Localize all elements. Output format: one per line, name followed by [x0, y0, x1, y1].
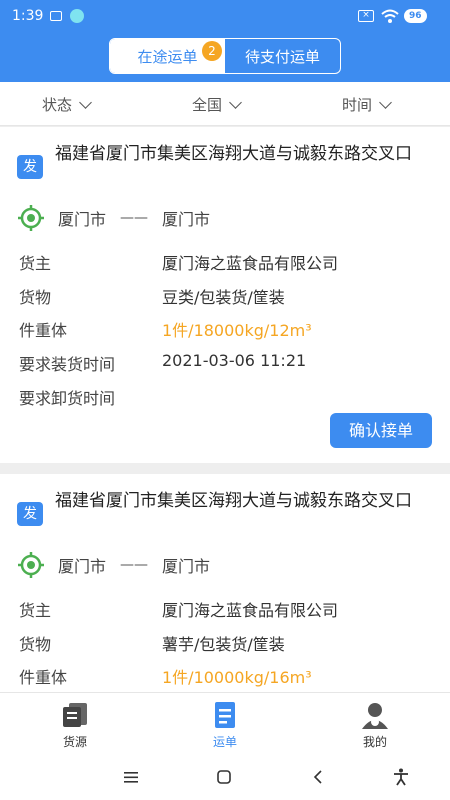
- tab-waybill[interactable]: 运单: [150, 693, 300, 754]
- accessibility-icon[interactable]: [391, 767, 411, 787]
- tab-in-transit-label: 在途运单: [137, 47, 198, 66]
- load-time-label: 要求装货时间: [19, 355, 116, 374]
- tab-waybill-label: 运单: [212, 735, 237, 749]
- route-origin: 厦门市: [58, 557, 107, 576]
- filter-bar: 状态 全国 时间: [0, 82, 450, 126]
- app-header: 1:39 × 96 在途运单 2 待支付运单: [0, 0, 450, 82]
- weight-value: 1件/18000kg/12m³: [162, 321, 312, 340]
- shipper-label: 货主: [19, 254, 52, 273]
- weight-value: 1件/10000kg/16m³: [162, 668, 312, 687]
- shipper-value: 厦门海之蓝食品有限公司: [162, 254, 339, 273]
- weight-label: 件重体: [19, 321, 68, 340]
- status-bar: 1:39 × 96: [0, 0, 450, 34]
- notification-icon: [50, 11, 62, 21]
- location-target-icon: [18, 552, 44, 578]
- route-destination: 厦门市: [162, 210, 211, 229]
- filter-time[interactable]: 时间: [342, 94, 392, 115]
- sim-icon: ×: [358, 10, 374, 22]
- unload-time-label: 要求卸货时间: [19, 389, 116, 408]
- weight-label: 件重体: [19, 668, 68, 687]
- in-transit-count-badge: 2: [202, 41, 222, 61]
- menu-icon[interactable]: [121, 767, 141, 787]
- route: 厦门市 —— 厦门市: [58, 553, 210, 577]
- status-time: 1:39: [12, 8, 44, 24]
- filter-time-label: 时间: [342, 96, 373, 114]
- chevron-down-icon: [229, 95, 242, 109]
- order-type-switch: 在途运单 2 待支付运单: [109, 38, 341, 74]
- send-tag: 发: [17, 155, 43, 179]
- order-card[interactable]: 发 福建省厦门市集美区海翔大道与诚毅东路交叉口 厦门市 —— 厦门市 货主 厦门…: [0, 474, 450, 692]
- tab-profile-label: 我的: [362, 735, 387, 749]
- tab-in-transit[interactable]: 在途运单 2: [110, 39, 225, 73]
- system-nav-bar: [0, 753, 450, 800]
- bottom-tab-bar: 货源 运单 我的: [0, 692, 450, 753]
- order-card[interactable]: 发 福建省厦门市集美区海翔大道与诚毅东路交叉口 厦门市 —— 厦门市 货主 厦门…: [0, 127, 450, 463]
- goods-value: 豆类/包装货/筐装: [162, 288, 285, 307]
- battery-indicator: 96: [404, 9, 427, 23]
- tab-cargo-source[interactable]: 货源: [0, 693, 150, 754]
- route-arrow: ——: [120, 557, 149, 573]
- order-address: 福建省厦门市集美区海翔大道与诚毅东路交叉口: [55, 491, 412, 511]
- shipper-value: 厦门海之蓝食品有限公司: [162, 601, 339, 620]
- route-destination: 厦门市: [162, 557, 211, 576]
- send-tag: 发: [17, 502, 43, 526]
- tab-profile[interactable]: 我的: [300, 693, 450, 754]
- home-icon[interactable]: [214, 767, 234, 787]
- load-time-value: 2021-03-06 11:21: [162, 351, 307, 370]
- location-target-icon: [18, 205, 44, 231]
- filter-status-label: 状态: [42, 96, 73, 114]
- goods-label: 货物: [19, 635, 52, 654]
- order-address: 福建省厦门市集美区海翔大道与诚毅东路交叉口: [55, 144, 412, 164]
- filter-status[interactable]: 状态: [42, 94, 92, 115]
- back-icon[interactable]: [309, 767, 329, 787]
- user-icon: [362, 703, 388, 729]
- shipper-label: 货主: [19, 601, 52, 620]
- confirm-order-button[interactable]: 确认接单: [330, 413, 432, 448]
- filter-region-label: 全国: [192, 96, 223, 114]
- route-origin: 厦门市: [58, 210, 107, 229]
- document-stack-icon: [63, 703, 87, 727]
- goods-label: 货物: [19, 288, 52, 307]
- chevron-down-icon: [379, 95, 392, 109]
- goods-value: 薯芋/包装货/筐装: [162, 635, 285, 654]
- waybill-icon: [215, 702, 235, 728]
- wifi-icon: [381, 9, 399, 23]
- tab-cargo-source-label: 货源: [62, 735, 87, 749]
- route-arrow: ——: [120, 210, 149, 226]
- filter-region[interactable]: 全国: [192, 94, 242, 115]
- chevron-down-icon: [79, 95, 92, 109]
- app-notification-icon: [70, 9, 84, 23]
- tab-pending-payment-label: 待支付运单: [244, 47, 320, 66]
- route: 厦门市 —— 厦门市: [58, 206, 210, 230]
- tab-pending-payment[interactable]: 待支付运单: [225, 39, 340, 73]
